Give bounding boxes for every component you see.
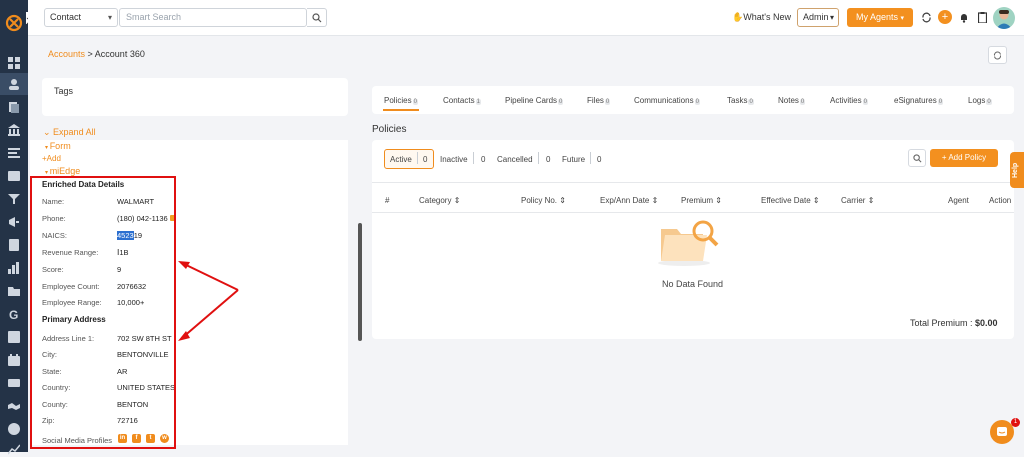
search-icon <box>912 153 921 162</box>
tab-tasks[interactable]: Tasks 0 <box>727 96 754 105</box>
scrollbar-thumb[interactable] <box>358 223 362 341</box>
tab-esignatures[interactable]: eSignatures 0 <box>894 96 944 105</box>
column-header-agent: Agent <box>948 196 969 205</box>
tab-logs[interactable]: Logs 0 <box>968 96 992 105</box>
column-header-number: # <box>385 196 390 205</box>
column-header-premium[interactable]: Premium ⇕ <box>681 196 722 205</box>
filter-future-count: 0 <box>597 155 602 164</box>
filter-separator <box>590 152 591 164</box>
chat-badge: 1 <box>1011 418 1020 427</box>
table-divider <box>372 212 1014 213</box>
filter-inactive[interactable]: Inactive <box>440 155 468 164</box>
policies-title: Policies <box>372 124 407 135</box>
tab-contacts[interactable]: Contacts 1 <box>443 96 481 105</box>
sort-icon: ⇕ <box>651 196 659 205</box>
tab-communications[interactable]: Communications 0 <box>634 96 700 105</box>
tab-policies[interactable]: Policies 0 <box>384 96 418 105</box>
sort-icon: ⇕ <box>453 196 461 205</box>
sort-icon: ⇕ <box>559 196 566 205</box>
column-header-effective-date[interactable]: Effective Date ⇕ <box>761 196 820 205</box>
filter-active-count: 0 <box>423 155 428 164</box>
empty-folder-icon <box>658 220 719 266</box>
active-tab-indicator <box>383 109 419 111</box>
help-tab[interactable]: Help <box>1010 152 1024 188</box>
total-premium: Total Premium : $0.00 <box>910 318 998 328</box>
column-header-exp-ann-date[interactable]: Exp/Ann Date ⇕ <box>600 196 658 205</box>
filter-cancelled[interactable]: Cancelled <box>497 155 533 164</box>
filter-separator <box>538 152 539 164</box>
tab-notes[interactable]: Notes 0 <box>778 96 806 105</box>
filter-separator <box>473 152 474 164</box>
filter-separator <box>417 152 418 164</box>
column-header-action: Action <box>989 196 1012 205</box>
column-header-policy-no[interactable]: Policy No. ⇕ <box>521 196 566 205</box>
filter-active[interactable]: Active <box>390 155 412 164</box>
sort-icon: ⇕ <box>867 196 875 205</box>
column-header-carrier[interactable]: Carrier ⇕ <box>841 196 874 205</box>
tab-activities[interactable]: Activities 0 <box>830 96 868 105</box>
table-divider <box>372 182 1014 183</box>
tab-files[interactable]: Files 0 <box>587 96 611 105</box>
filter-cancelled-count: 0 <box>546 155 551 164</box>
filter-inactive-count: 0 <box>481 155 486 164</box>
sort-icon: ⇕ <box>715 196 722 205</box>
column-header-category[interactable]: Category ⇕ <box>419 196 460 205</box>
tab-pipeline-cards[interactable]: Pipeline Cards 0 <box>505 96 564 105</box>
filter-future[interactable]: Future <box>562 155 585 164</box>
add-policy-button[interactable]: + Add Policy <box>930 149 998 167</box>
empty-state-text: No Data Found <box>662 279 724 289</box>
sort-icon: ⇕ <box>812 196 820 205</box>
policy-search-button[interactable] <box>908 149 926 167</box>
